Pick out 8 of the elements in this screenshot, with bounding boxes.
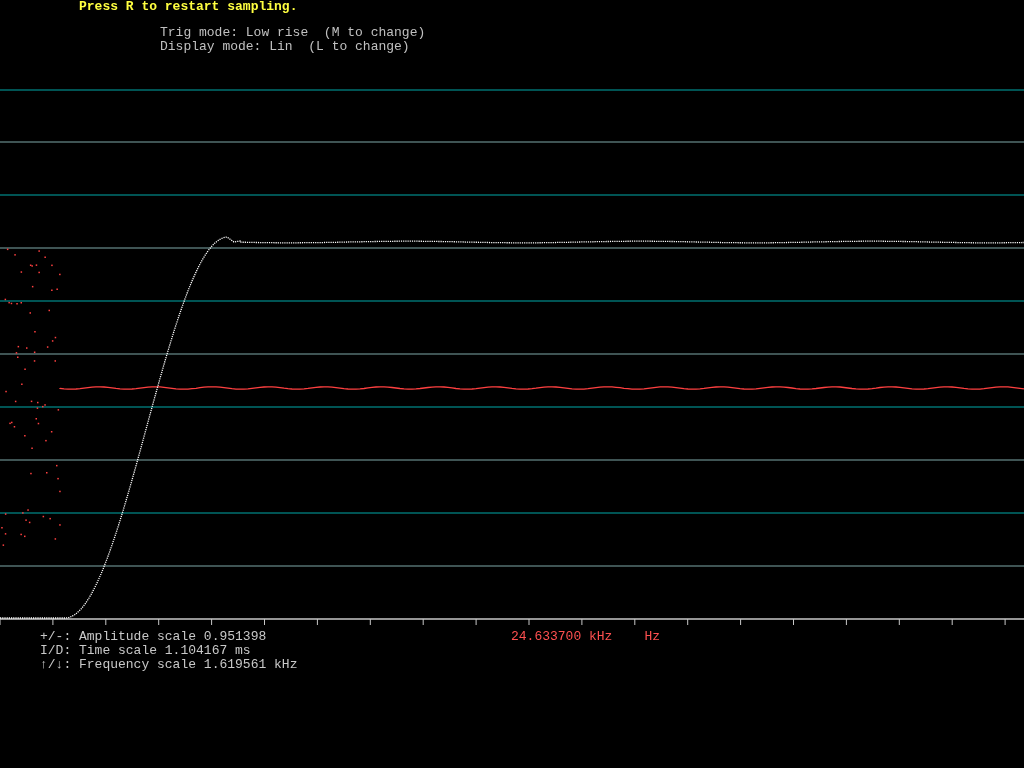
frequency-reading: 24.633700 kHz xyxy=(511,630,613,644)
mode-line: Display mode: Lin (L to change) xyxy=(160,40,411,54)
scale-line: +/-: Amplitude scale 0.951398 xyxy=(40,630,268,644)
mode-line: Trig mode: Low rise (M to change) xyxy=(160,26,427,40)
scale-line: ↑/↓: Frequency scale 1.619561 kHz xyxy=(40,658,299,672)
restart-prompt: Press R to restart sampling. xyxy=(79,0,298,14)
scale-line: I/D: Time scale 1.104167 ms xyxy=(40,644,252,658)
frequency-unit: Hz xyxy=(644,630,661,644)
